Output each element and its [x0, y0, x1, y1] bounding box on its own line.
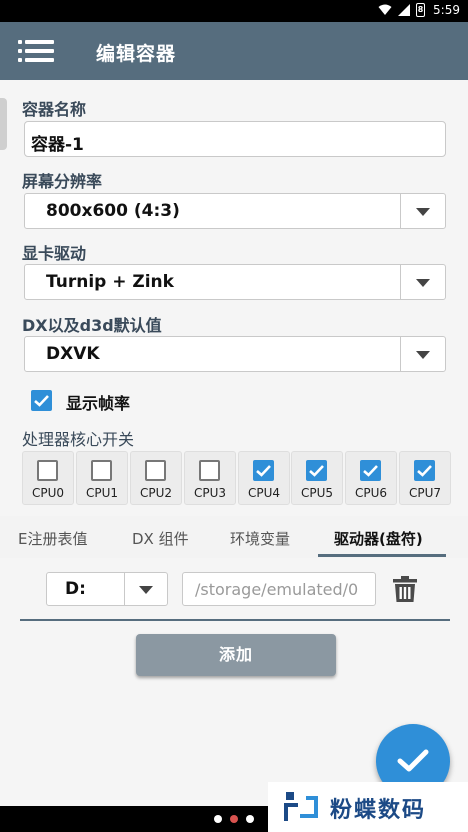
tab-dx-components[interactable]: DX 组件 — [132, 528, 189, 549]
dx-label: DX以及d3d默认值 — [22, 316, 162, 335]
cpu-label: 处理器核心开关 — [22, 430, 135, 449]
page-title: 编辑容器 — [96, 43, 177, 65]
tab-drives[interactable]: 驱动器(盘符) — [334, 528, 423, 549]
status-icons: 8 5:59 — [378, 3, 460, 17]
check-icon — [34, 395, 49, 407]
show-fps-checkbox[interactable] — [31, 390, 52, 411]
drive-path-placeholder: /storage/emulated/0 — [195, 580, 359, 599]
tab-registry[interactable]: E注册表值 — [18, 528, 87, 549]
check-icon — [256, 465, 271, 477]
drive-letter-select[interactable]: D: — [46, 572, 168, 606]
select-divider — [123, 573, 125, 605]
select-divider — [399, 265, 401, 299]
cpu-toggle[interactable]: CPU1 — [76, 451, 128, 505]
menu-icon[interactable] — [18, 40, 54, 62]
battery-icon: 8 — [416, 3, 426, 17]
resolution-label: 屏幕分辨率 — [22, 172, 103, 191]
drive-path-input[interactable]: /storage/emulated/0 — [182, 572, 376, 606]
page-indicator-dot — [214, 815, 222, 823]
cpu-label-text: CPU5 — [300, 486, 334, 500]
page-indicator-dot — [246, 815, 254, 823]
cpu-checkbox[interactable] — [306, 460, 327, 481]
page-indicator-dot-active — [230, 815, 238, 823]
chevron-down-icon — [416, 208, 430, 216]
chevron-down-icon — [416, 279, 430, 287]
driver-select[interactable]: Turnip + Zink — [24, 264, 446, 300]
scrollbar[interactable] — [0, 98, 7, 150]
screen: 8 5:59 编辑容器 容器名称 容器-1 屏幕分辨率 800x600 (4:3… — [0, 0, 468, 832]
cpu-label-text: CPU1 — [85, 486, 119, 500]
name-input[interactable]: 容器-1 — [24, 121, 446, 157]
app-bar: 编辑容器 — [0, 22, 468, 80]
resolution-value: 800x600 (4:3) — [46, 201, 180, 221]
dx-select[interactable]: DXVK — [24, 336, 446, 372]
tab-bar: E注册表值 DX 组件 环境变量 驱动器(盘符) — [0, 516, 468, 558]
watermark-text: 粉蝶数码 — [330, 798, 427, 823]
cpu-toggle[interactable]: CPU7 — [399, 451, 451, 505]
cpu-toggle[interactable]: CPU5 — [291, 451, 343, 505]
cpu-label-text: CPU2 — [139, 486, 173, 500]
name-label: 容器名称 — [22, 100, 87, 119]
cpu-checkbox[interactable] — [360, 460, 381, 481]
cpu-checkbox[interactable] — [414, 460, 435, 481]
check-icon — [309, 465, 324, 477]
resolution-select[interactable]: 800x600 (4:3) — [24, 193, 446, 229]
watermark: 粉蝶数码 — [268, 782, 468, 832]
cpu-label-text: CPU3 — [193, 486, 227, 500]
cpu-toggle[interactable]: CPU4 — [238, 451, 290, 505]
driver-label: 显卡驱动 — [22, 244, 87, 263]
watermark-logo-icon — [284, 792, 318, 821]
cpu-toggle[interactable]: CPU3 — [184, 451, 236, 505]
select-divider — [399, 337, 401, 371]
trash-icon[interactable] — [390, 574, 420, 604]
cpu-label-text: CPU0 — [31, 486, 65, 500]
name-value: 容器-1 — [31, 135, 84, 155]
tab-environment-variables[interactable]: 环境变量 — [230, 528, 290, 549]
status-bar: 8 5:59 — [0, 0, 468, 22]
add-drive-button[interactable]: 添加 — [136, 634, 336, 676]
cpu-toggle[interactable]: CPU6 — [345, 451, 397, 505]
signal-icon — [398, 4, 411, 16]
cpu-label-text: CPU7 — [408, 486, 442, 500]
cpu-checkbox[interactable] — [91, 460, 112, 481]
cpu-toggle[interactable]: CPU0 — [22, 451, 74, 505]
check-icon — [397, 749, 429, 772]
cpu-checkbox[interactable] — [145, 460, 166, 481]
check-icon — [363, 465, 378, 477]
chevron-down-icon — [139, 586, 153, 594]
section-divider — [20, 619, 450, 621]
cpu-checkbox[interactable] — [253, 460, 274, 481]
drive-letter-value: D: — [65, 579, 86, 599]
cpu-label-text: CPU4 — [247, 486, 281, 500]
cpu-label-text: CPU6 — [354, 486, 388, 500]
cpu-checkbox[interactable] — [37, 460, 58, 481]
show-fps-label: 显示帧率 — [66, 394, 131, 413]
select-divider — [399, 194, 401, 228]
driver-value: Turnip + Zink — [46, 272, 174, 292]
tab-indicator — [318, 554, 446, 557]
check-icon — [417, 465, 432, 477]
dx-value: DXVK — [46, 344, 100, 364]
cpu-toggle[interactable]: CPU2 — [130, 451, 182, 505]
cpu-checkbox[interactable] — [199, 460, 220, 481]
chevron-down-icon — [416, 351, 430, 359]
wifi-icon — [378, 4, 392, 15]
status-time: 5:59 — [433, 3, 460, 17]
